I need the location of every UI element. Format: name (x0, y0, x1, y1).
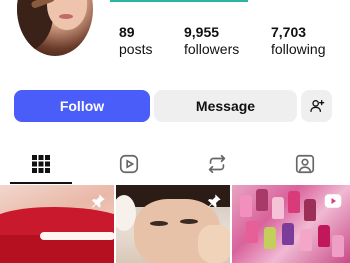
stat-posts-value: 89 (119, 24, 135, 40)
stat-following[interactable]: 7,703 following (271, 24, 325, 58)
post-thumbnail[interactable] (116, 185, 230, 263)
pin-icon (92, 194, 105, 208)
grid-icon (32, 155, 50, 173)
stat-followers-label: followers (184, 41, 240, 57)
tab-reels[interactable] (98, 144, 160, 184)
add-user-button[interactable] (301, 90, 332, 122)
profile-actions: Follow Message (0, 90, 350, 123)
avatar[interactable] (17, 0, 93, 56)
tab-reposts[interactable] (186, 144, 248, 184)
tab-posts-grid[interactable] (10, 144, 72, 184)
story-ring-bar (110, 0, 248, 2)
profile-header: 89 posts 9,955 followers 7,703 following (0, 0, 350, 70)
message-button[interactable]: Message (154, 90, 297, 122)
active-tab-indicator (10, 182, 72, 184)
repost-icon (208, 154, 226, 174)
tagged-icon (295, 154, 315, 174)
reels-icon (119, 154, 139, 174)
tab-tagged[interactable] (274, 144, 336, 184)
video-icon (324, 194, 342, 208)
stat-posts-label: posts (119, 41, 153, 57)
stat-followers-value: 9,955 (184, 24, 220, 40)
posts-grid (0, 185, 350, 263)
pin-icon (208, 194, 221, 208)
profile-tabs (0, 144, 350, 186)
stat-following-label: following (271, 41, 326, 57)
follow-button[interactable]: Follow (14, 90, 150, 122)
post-thumbnail[interactable] (232, 185, 350, 263)
post-thumbnail[interactable] (0, 185, 114, 263)
stat-posts[interactable]: 89 posts (119, 24, 152, 58)
stat-following-value: 7,703 (271, 24, 307, 40)
stat-followers[interactable]: 9,955 followers (184, 24, 239, 58)
person-add-icon (309, 100, 324, 112)
